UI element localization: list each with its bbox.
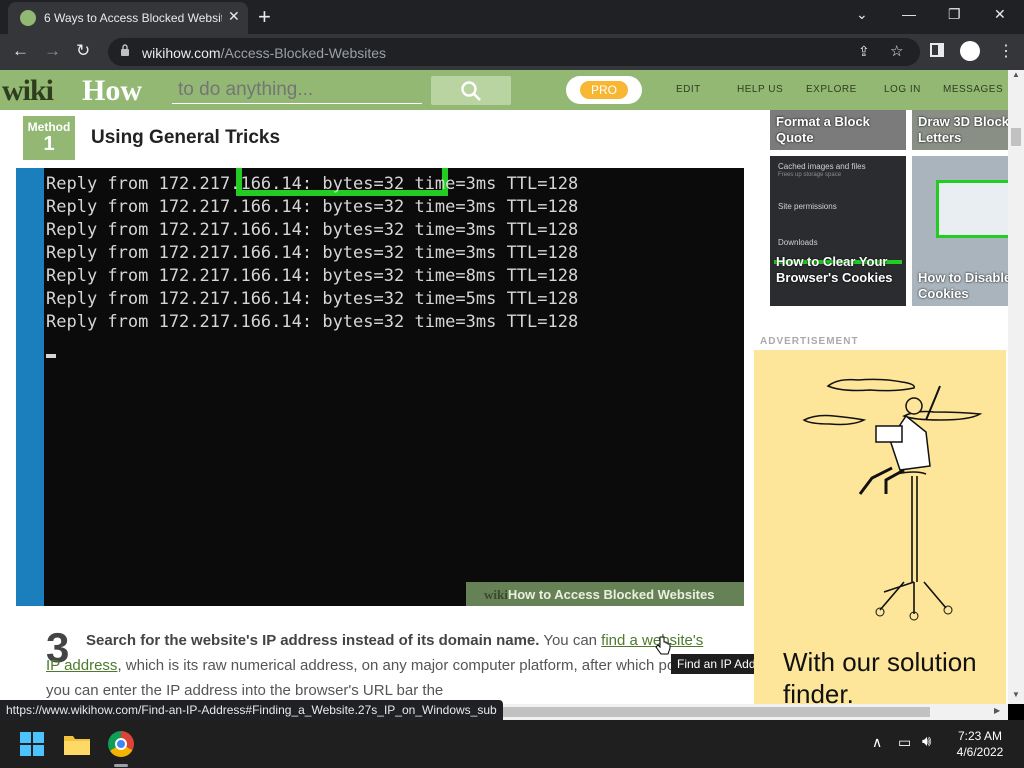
terminal-cursor <box>46 354 56 358</box>
nav-log-in[interactable]: LOG IN <box>884 84 921 95</box>
related-card[interactable]: Cached images and files Frees up storage… <box>770 156 906 306</box>
network-icon[interactable]: ▭ <box>898 734 911 751</box>
lock-icon[interactable] <box>120 44 130 56</box>
pro-button[interactable]: PRO <box>566 76 642 104</box>
tab-strip: 6 Ways to Access Blocked Websit ✕ + ⌄ — … <box>0 0 1024 34</box>
url-domain: wikihow.com <box>142 45 221 61</box>
thumb-text: Site permissions <box>778 202 837 211</box>
step-text: Search for the website's IP address inst… <box>46 628 716 703</box>
search-button[interactable] <box>431 76 511 105</box>
related-card[interactable]: How to Disable Cookies <box>912 156 1008 306</box>
related-card-label: Draw 3D Block Letters <box>918 114 1008 145</box>
method-title: Using General Tricks <box>91 127 281 148</box>
method-number: 1 <box>43 133 55 155</box>
image-watermark: wikiHow to Access Blocked Websites <box>466 582 744 606</box>
menu-dots-icon[interactable]: ⋮ <box>998 41 1014 61</box>
scroll-right-icon[interactable]: ▶ <box>994 706 1000 715</box>
clock-date: 4/6/2022 <box>956 745 1004 759</box>
chrome-taskbar-icon[interactable] <box>108 731 134 757</box>
show-hidden-icons-icon[interactable]: ∧ <box>872 734 882 751</box>
tab-title: 6 Ways to Access Blocked Websit <box>44 11 222 25</box>
step-text-part: , which is its raw numerical address, on… <box>46 657 692 699</box>
search-icon <box>461 81 481 101</box>
terminal-window-edge <box>16 168 44 606</box>
url-path: /Access-Blocked-Websites <box>220 45 387 61</box>
wikihow-favicon-icon <box>20 10 36 26</box>
related-card[interactable]: Draw 3D Block Letters <box>912 110 1008 150</box>
new-tab-icon[interactable]: + <box>258 4 271 30</box>
related-card-label: How to Clear Your Browser's Cookies <box>776 254 893 285</box>
taskbar-clock[interactable]: 7:23 AM 4/6/2022 <box>948 728 1012 760</box>
related-card[interactable]: Format a Block Quote <box>770 110 906 150</box>
related-card-label: How to Disable Cookies <box>918 270 1008 301</box>
terminal-line: Reply from 172.217.166.14: bytes=32 time… <box>46 266 579 286</box>
nav-messages[interactable]: MESSAGES <box>943 84 1003 95</box>
profile-avatar-icon[interactable] <box>960 41 980 61</box>
restore-icon[interactable]: ❐ <box>948 6 961 23</box>
windows-start-icon[interactable] <box>20 732 44 756</box>
scroll-thumb[interactable] <box>1011 128 1021 146</box>
nav-edit[interactable]: EDIT <box>676 84 701 95</box>
terminal-line: Reply from 172.217.166.14: bytes=32 time… <box>46 289 579 309</box>
advertisement-label: ADVERTISEMENT <box>760 336 859 347</box>
back-icon[interactable]: ← <box>12 41 29 61</box>
taskbar: ∧ ▭ 🔊︎ 7:23 AM 4/6/2022 <box>0 720 1024 768</box>
terminal-line: Reply from 172.217.166.14: bytes=32 time… <box>46 174 579 194</box>
url-text: wikihow.com/Access-Blocked-Websites <box>142 45 386 61</box>
step-bold: Search for the website's IP address inst… <box>86 632 540 649</box>
scroll-up-icon[interactable]: ▲ <box>1012 70 1020 79</box>
address-bar[interactable]: wikihow.com/Access-Blocked-Websites ⇪ ☆ <box>108 38 920 66</box>
step-image[interactable]: Reply from 172.217.166.14: bytes=32 time… <box>16 168 744 606</box>
method-badge: Method 1 <box>23 116 75 160</box>
method-header: Method 1 Using General Tricks <box>16 110 744 168</box>
terminal-line: Reply from 172.217.166.14: bytes=32 time… <box>46 243 579 263</box>
hscroll-thumb[interactable] <box>490 707 930 717</box>
active-app-indicator <box>114 764 128 767</box>
logo-how[interactable]: How <box>82 74 142 108</box>
terminal-line: Reply from 172.217.166.14: bytes=32 time… <box>46 220 579 240</box>
file-explorer-icon[interactable] <box>64 733 90 755</box>
thumb-text: Cached images and files <box>778 162 866 171</box>
wikihow-header: wiki How PRO EDIT HELP US EXPLORE LOG IN… <box>0 70 1008 110</box>
ad-text: With our solution finder. <box>783 647 977 704</box>
terminal-line: Reply from 172.217.166.14: bytes=32 time… <box>46 197 579 217</box>
page-viewport: wiki How PRO EDIT HELP US EXPLORE LOG IN… <box>0 70 1008 704</box>
browser-toolbar: ← → ↻ wikihow.com/Access-Blocked-Website… <box>0 34 1024 70</box>
close-window-icon[interactable]: ✕ <box>994 6 1006 23</box>
clock-time: 7:23 AM <box>957 729 1003 743</box>
minimize-icon[interactable]: — <box>902 6 916 22</box>
scroll-down-icon[interactable]: ▼ <box>1012 690 1020 699</box>
thumb-dialog <box>936 180 1008 238</box>
share-icon[interactable]: ⇪ <box>858 43 870 60</box>
reload-icon[interactable]: ↻ <box>76 41 90 61</box>
ad-illustration-icon <box>802 378 983 621</box>
nav-explore[interactable]: EXPLORE <box>806 84 857 95</box>
browser-tab[interactable]: 6 Ways to Access Blocked Websit ✕ <box>8 2 248 34</box>
step-text-part: You can <box>539 632 602 649</box>
related-card-label: Format a Block Quote <box>776 114 870 145</box>
watermark-wiki: wiki <box>484 587 508 602</box>
hand-cursor-icon <box>655 636 671 655</box>
thumb-text: Frees up storage space <box>778 172 842 178</box>
advertisement[interactable]: With our solution finder. <box>754 350 1006 704</box>
tab-search-icon[interactable]: ⌄ <box>856 6 868 23</box>
side-panel-icon[interactable] <box>930 43 944 57</box>
logo-wiki[interactable]: wiki <box>2 74 54 108</box>
method-label: Method <box>27 120 71 134</box>
search-input[interactable] <box>172 76 422 104</box>
nav-help-us[interactable]: HELP US <box>737 84 783 95</box>
tab-close-icon[interactable]: ✕ <box>228 8 240 25</box>
watermark-text: How to Access Blocked Websites <box>507 587 715 602</box>
bookmark-star-icon[interactable]: ☆ <box>890 42 903 60</box>
volume-icon[interactable]: 🔊︎ <box>922 733 931 750</box>
vertical-scrollbar[interactable]: ▲ ▼ <box>1008 70 1024 704</box>
terminal-line: Reply from 172.217.166.14: bytes=32 time… <box>46 312 579 332</box>
thumb-text: Downloads <box>778 238 818 247</box>
forward-icon[interactable]: → <box>44 41 61 61</box>
pro-label: PRO <box>580 81 628 99</box>
status-bubble: https://www.wikihow.com/Find-an-IP-Addre… <box>0 700 503 720</box>
